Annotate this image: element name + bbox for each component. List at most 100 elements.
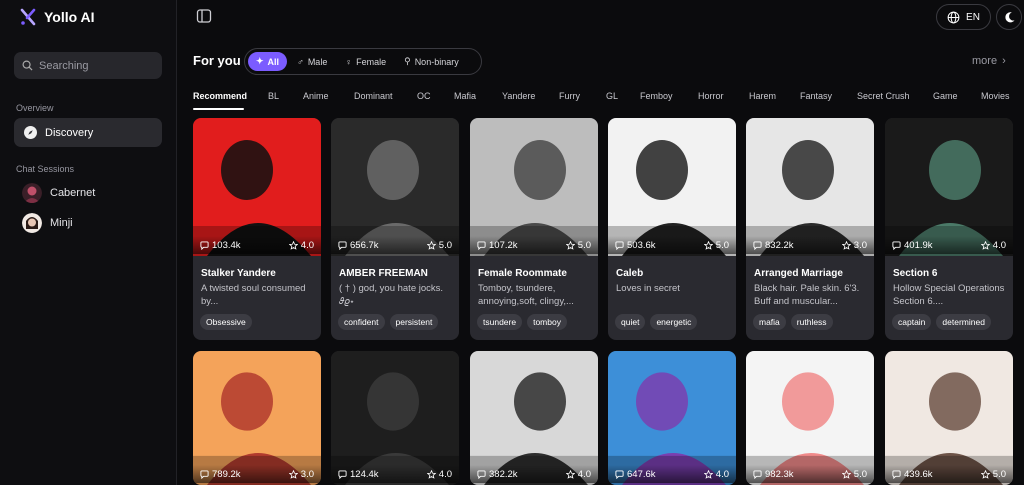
tab-anime[interactable]: Anime [303,91,329,101]
tag-chip[interactable]: captain [892,314,932,330]
tab-horror[interactable]: Horror [698,91,724,101]
tag-chip[interactable]: mafia [753,314,786,330]
rating-value: 4.0 [992,239,1006,251]
rating: 4.0 [703,469,729,480]
star-icon [841,240,851,250]
character-card[interactable]: 789.2k 3.0 [193,351,321,485]
tab-fantasy[interactable]: Fantasy [800,91,832,101]
rating-value: 5.0 [853,468,867,480]
rating: 5.0 [703,239,729,251]
card-stats: 382.2k 4.0 [470,465,598,483]
tag-list: Obsessive [200,314,252,330]
filter-label: Male [307,56,328,67]
filter-male[interactable]: ♂ Male [289,52,335,71]
tag-list: mafia ruthless [753,314,833,330]
more-link[interactable]: more › [972,55,1006,67]
tab-game[interactable]: Game [933,91,958,101]
tag-chip[interactable]: confident [338,314,385,330]
filter-female[interactable]: ♀ Female [337,52,394,71]
tag-chip[interactable]: ruthless [790,314,833,330]
tag-chip[interactable]: Obsessive [200,314,252,330]
character-card[interactable]: 124.4k 4.0 [331,351,459,485]
sidebar-item-discovery[interactable]: Discovery [14,118,162,147]
character-card[interactable]: 656.7k 5.0 AMBER FREEMAN ( † ) god, you h… [331,118,459,340]
tag-chip[interactable]: persistent [389,314,439,330]
chat-bubble-icon [477,469,486,479]
non-binary-icon: ⚲ [404,56,411,66]
chat-count-value: 103.4k [212,239,241,251]
character-name: Stalker Yandere [201,268,276,279]
rating-value: 3.0 [853,239,867,251]
tab-bl[interactable]: BL [268,91,279,101]
chat-bubble-icon [892,469,901,479]
card-stats: 982.3k 5.0 [746,465,874,483]
star-icon [980,469,990,479]
character-card[interactable]: 401.9k 4.0 Section 6 Hollow Special Opera… [885,118,1013,340]
card-stats: 107.2k 5.0 [470,236,598,254]
tab-recommend[interactable]: Recommend [193,91,247,101]
chat-bubble-icon [753,469,762,479]
character-card[interactable]: 107.2k 5.0 Female Roommate Tomboy, tsunde… [470,118,598,340]
character-name: Female Roommate [478,268,567,279]
character-card[interactable]: 103.4k 4.0 Stalker Yandere A twisted soul… [193,118,321,340]
chat-bubble-icon [200,240,209,250]
chat-count-value: 832.2k [765,239,794,251]
card-stats: 503.6k 5.0 [608,236,736,254]
filter-non-binary[interactable]: ⚲ Non-binary [396,52,467,71]
rating-value: 5.0 [715,239,729,251]
filter-label: Female [356,56,387,67]
search-input[interactable]: Searching [14,52,162,79]
character-card[interactable]: 832.2k 3.0 Arranged Marriage Black hair. … [746,118,874,340]
chat-count: 382.2k [477,469,518,480]
tab-femboy[interactable]: Femboy [640,91,673,101]
rating-value: 4.0 [300,239,314,251]
chat-count: 647.6k [615,469,656,480]
chat-count: 789.2k [200,469,241,480]
chat-count-value: 401.9k [904,239,933,251]
character-name: Caleb [616,268,644,279]
tab-gl[interactable]: GL [606,91,618,101]
section-title: For you [193,53,241,68]
character-card[interactable]: 982.3k 5.0 [746,351,874,485]
tab-movies[interactable]: Movies [981,91,1010,101]
filter-all[interactable]: ✦ All [248,52,288,71]
tag-chip[interactable]: quiet [615,314,646,330]
session-item-cabernet[interactable]: Cabernet [22,183,95,203]
session-item-minji[interactable]: Minji [22,213,73,233]
globe-icon [947,11,960,23]
session-name: Cabernet [50,187,96,199]
character-card[interactable]: 647.6k 4.0 [608,351,736,485]
language-button[interactable]: EN [936,4,991,30]
character-card[interactable]: 382.2k 4.0 [470,351,598,485]
character-name: AMBER FREEMAN [339,268,428,279]
avatar [22,213,42,233]
tab-harem[interactable]: Harem [749,91,776,101]
rating-value: 5.0 [438,239,452,251]
tab-yandere[interactable]: Yandere [502,91,535,101]
tag-chip[interactable]: tomboy [527,314,567,330]
tag-list: confident persistent [338,314,439,330]
character-card[interactable]: 439.6k 5.0 [885,351,1013,485]
theme-toggle-button[interactable] [996,4,1022,30]
female-icon: ♀ [345,56,353,67]
sidebar-toggle-icon[interactable] [196,8,212,24]
chat-sessions-label: Chat Sessions [16,164,75,174]
tag-chip[interactable]: energetic [650,314,698,330]
tab-secret-crush[interactable]: Secret Crush [857,91,910,101]
character-description: Hollow Special Operations Section 6.... [893,283,1005,307]
character-card[interactable]: 503.6k 5.0 Caleb Loves in secret quiet ener… [608,118,736,340]
star-icon [426,240,436,250]
tab-mafia[interactable]: Mafia [454,91,476,101]
tag-chip[interactable]: tsundere [477,314,523,330]
rating: 4.0 [288,239,314,251]
male-icon: ♂ [297,56,304,67]
brand[interactable]: Yollo AI [20,8,95,26]
tag-chip[interactable]: determined [936,314,991,330]
chat-count: 103.4k [200,240,241,251]
sidebar: Yollo AI Searching Overview Discovery Ch… [0,0,177,485]
chat-bubble-icon [200,469,209,479]
discovery-label: Discovery [45,126,94,139]
tab-furry[interactable]: Furry [559,91,580,101]
tab-oc[interactable]: OC [417,91,431,101]
tab-dominant[interactable]: Dominant [354,91,393,101]
